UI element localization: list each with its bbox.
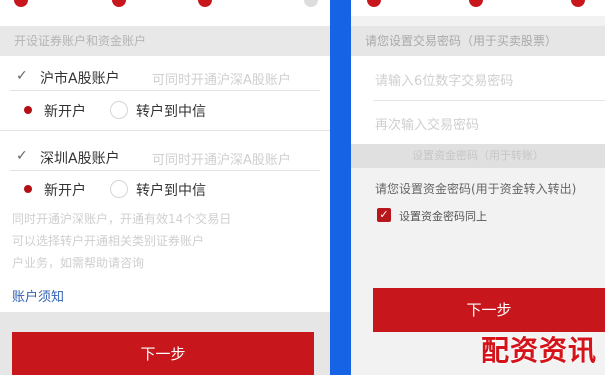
next-button[interactable]: 下一步 <box>12 332 314 375</box>
sh-account-hint: 可同时开通沪深A股账户 <box>152 73 291 88</box>
trade-password-confirm-input[interactable]: 再次输入交易密码 <box>375 114 479 133</box>
radio-unselected-icon[interactable] <box>110 180 128 198</box>
sh-transfer-option[interactable]: 转户到中信 <box>136 101 330 121</box>
trade-password-header: 请您设置交易密码（用于买卖股票） <box>351 26 605 56</box>
watermark-text: 配资资讯 <box>480 334 597 367</box>
checkbox-checked-icon[interactable]: ✓ <box>377 208 391 222</box>
step-dot <box>367 0 381 7</box>
divider <box>373 100 605 101</box>
divider <box>10 90 320 91</box>
step-dot <box>571 0 585 7</box>
note-line: 可以选择转户开通相关类别证券账户 <box>12 234 205 248</box>
fund-password-divider-bar: 设置资金密码（用于转账） <box>351 144 605 168</box>
divider <box>10 170 320 171</box>
checkmark-icon[interactable]: ✓ <box>16 148 28 164</box>
fund-password-prompt: 请您设置资金密码(用于资金转入转出) <box>375 182 577 196</box>
sz-transfer-option[interactable]: 转户到中信 <box>136 180 330 200</box>
step-dot <box>469 0 483 7</box>
same-as-trade-password-label[interactable]: 设置资金密码同上 <box>399 208 605 224</box>
progress-steps <box>351 0 605 16</box>
section-title: 开设证券账户和资金账户 <box>0 26 330 56</box>
account-setup-panel: 开设证券账户和资金账户 ✓ 沪市A股账户 可同时开通沪深A股账户 新开户 转户到… <box>0 0 330 375</box>
progress-steps <box>0 0 330 16</box>
account-notice-link[interactable]: 账户须知 <box>12 286 64 305</box>
radio-selected-icon[interactable] <box>24 185 32 193</box>
step-dot <box>14 0 28 7</box>
step-dot <box>304 0 318 7</box>
account-note: 同时开通沪深账户，开通有效14个交易日 可以选择转户开通相关类别证券账户 户业务… <box>12 208 322 274</box>
trade-password-input[interactable]: 请输入6位数字交易密码 <box>375 70 513 89</box>
note-line: 同时开通沪深账户，开通有效14个交易日 <box>12 212 232 226</box>
checkmark-icon[interactable]: ✓ <box>16 68 28 84</box>
step-dot <box>112 0 126 7</box>
next-button[interactable]: 下一步 <box>373 288 605 332</box>
sz-account-hint: 可同时开通沪深A股账户 <box>152 153 291 168</box>
note-line: 户业务，如需帮助请咨询 <box>12 256 145 270</box>
radio-selected-icon[interactable] <box>24 106 32 114</box>
radio-unselected-icon[interactable] <box>110 101 128 119</box>
step-dot <box>198 0 212 7</box>
divider <box>0 130 330 131</box>
password-setup-panel: 请您设置交易密码（用于买卖股票） 请输入6位数字交易密码 再次输入交易密码 设置… <box>351 0 605 375</box>
